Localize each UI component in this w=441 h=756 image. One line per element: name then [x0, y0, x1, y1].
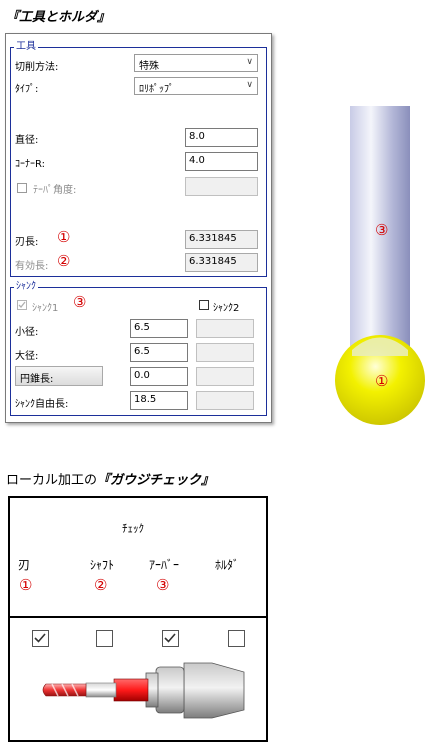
cut-method-value: 特殊 [139, 61, 159, 72]
column-label-blade: 刃 [18, 558, 31, 572]
tool-dialog: 工具 切削方法: 特殊 ∨ ﾀｲﾌﾟ: ﾛﾘﾎﾟｯﾌﾟ ∨ 直径: 8.0 ｺｰ… [5, 33, 272, 423]
shank-free-length-extra-field [196, 391, 254, 410]
shank-segment-shape [113, 678, 149, 702]
chevron-down-icon: ∨ [246, 80, 253, 90]
cone-length-field[interactable]: 0.0 [130, 367, 188, 386]
column-marker-blade: ① [19, 576, 33, 594]
shank1-checkbox[interactable] [17, 300, 27, 310]
large-diameter-label: 大径: [15, 351, 39, 362]
shank-group-title: ｼｬﾝｸ [14, 281, 38, 293]
shank1-label: ｼｬﾝｸ1 [32, 303, 59, 314]
type-select[interactable]: ﾛﾘﾎﾟｯﾌﾟ ∨ [134, 77, 258, 95]
column-label-arbor: ｱｰﾊﾞｰ [149, 558, 180, 572]
shank-marker: ③ [375, 221, 389, 239]
large-diameter-field[interactable]: 6.5 [130, 343, 188, 362]
chevron-down-icon: ∨ [246, 57, 253, 67]
blade-length-field: 6.331845 [185, 230, 258, 249]
blade-length-label: 刃長: [15, 237, 39, 248]
gouge-check-table: ﾁｪｯｸ 刃 ① ｼｬﾌﾄ ② ｱｰﾊﾞｰ ③ ﾎﾙﾀﾞ [8, 496, 268, 742]
arbor-shape [155, 666, 185, 714]
small-diameter-label: 小径: [15, 327, 39, 338]
diameter-label: 直径: [15, 135, 39, 146]
shank-free-length-label: ｼｬﾝｸ自由長: [15, 399, 69, 410]
small-diameter-extra-field [196, 319, 254, 338]
blade-marker: ① [57, 228, 71, 246]
shank1-marker: ③ [73, 293, 87, 311]
arbor-check-checkbox[interactable] [162, 630, 179, 647]
column-marker-arbor: ③ [156, 576, 170, 594]
shaft-shape [85, 682, 117, 698]
corner-r-label: ｺｰﾅｰR: [15, 159, 46, 170]
effective-marker: ② [57, 252, 71, 270]
ball-marker: ① [375, 372, 389, 390]
cut-method-label: 切削方法: [15, 62, 59, 73]
tool-holder-illustration [42, 662, 245, 719]
small-diameter-field[interactable]: 6.5 [130, 319, 188, 338]
holder-check-checkbox[interactable] [228, 630, 245, 647]
tool-group-title: 工具 [14, 41, 38, 53]
effective-length-field: 6.331845 [185, 253, 258, 272]
column-label-shaft: ｼｬﾌﾄ [90, 558, 115, 572]
shank2-checkbox[interactable] [199, 300, 209, 310]
type-value: ﾛﾘﾎﾟｯﾌﾟ [139, 84, 174, 95]
column-marker-shaft: ② [94, 576, 108, 594]
large-diameter-extra-field [196, 343, 254, 362]
cone-length-button[interactable]: 円錐長: [15, 366, 103, 386]
table-divider [10, 616, 266, 618]
shank2-label: ｼｬﾝｸ2 [213, 303, 240, 314]
taper-checkbox[interactable] [17, 183, 27, 193]
shank-free-length-field[interactable]: 18.5 [130, 391, 188, 410]
section-title-plain: ローカル加工の [6, 473, 98, 488]
column-label-holder: ﾎﾙﾀﾞ [215, 558, 240, 572]
taper-field [185, 177, 258, 196]
cone-length-extra-field [196, 367, 254, 386]
diameter-field[interactable]: 8.0 [185, 128, 258, 147]
effective-length-label: 有効長: [15, 261, 49, 272]
section-title-bold: 『ガウジチェック』 [97, 473, 215, 488]
cut-method-select[interactable]: 特殊 ∨ [134, 54, 258, 72]
type-label: ﾀｲﾌﾟ: [15, 84, 39, 95]
check-header: ﾁｪｯｸ [122, 522, 144, 535]
blade-check-checkbox[interactable] [32, 630, 49, 647]
section-title-tool-holder: 『工具とホルダ』 [6, 10, 111, 25]
corner-r-field[interactable]: 4.0 [185, 152, 258, 171]
taper-label: ﾃｰﾊﾟ角度: [33, 185, 77, 196]
section-title-gouge-check: ローカル加工の『ガウジチェック』 [6, 469, 214, 488]
holder-shape [183, 662, 245, 719]
shaft-check-checkbox[interactable] [96, 630, 113, 647]
